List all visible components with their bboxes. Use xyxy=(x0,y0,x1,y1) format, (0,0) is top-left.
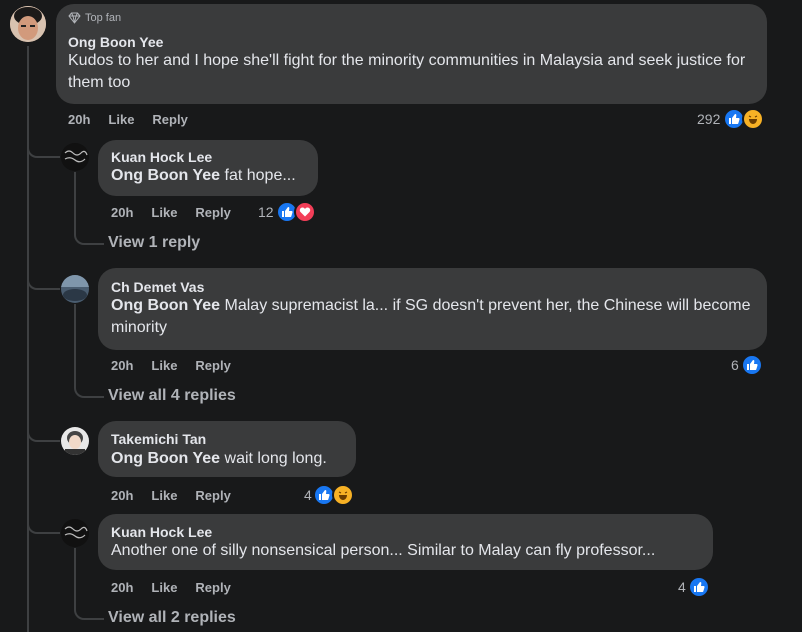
reply-body: fat hope... xyxy=(220,167,296,184)
timestamp[interactable]: 20h xyxy=(111,580,133,595)
reaction-count[interactable]: 4 xyxy=(304,487,312,503)
reply-actions: 20h Like Reply xyxy=(111,358,249,373)
avatar[interactable] xyxy=(61,275,89,303)
reply-text: Ong Boon Yee wait long long. xyxy=(111,448,351,470)
avatar[interactable] xyxy=(61,143,89,171)
like-button[interactable]: Like xyxy=(151,205,177,220)
reply-button[interactable]: Reply xyxy=(195,580,230,595)
reaction-count[interactable]: 12 xyxy=(258,204,274,220)
reply-body: wait long long. xyxy=(220,450,327,467)
comment-text: Kudos to her and I hope she'll fight for… xyxy=(68,52,746,91)
reply-thread-line xyxy=(74,172,76,232)
diamond-icon xyxy=(68,12,81,24)
view-replies-link[interactable]: View all 2 replies xyxy=(108,609,236,627)
love-reaction-icon xyxy=(294,201,316,223)
comment-actions: 20h Like Reply xyxy=(68,112,206,127)
mention-tag[interactable]: Ong Boon Yee xyxy=(111,297,220,314)
haha-reaction-icon xyxy=(742,108,764,130)
reply-author[interactable]: Kuan Hock Lee xyxy=(111,149,212,165)
haha-reaction-icon xyxy=(332,484,354,506)
mention-tag[interactable]: Ong Boon Yee xyxy=(111,450,220,467)
like-button[interactable]: Like xyxy=(151,358,177,373)
like-button[interactable]: Like xyxy=(151,488,177,503)
avatar[interactable] xyxy=(61,427,89,455)
reply-author[interactable]: Ch Demet Vas xyxy=(111,279,204,295)
reply-actions: 20h Like Reply xyxy=(111,580,249,595)
reaction-count[interactable]: 292 xyxy=(697,111,720,127)
reply-author[interactable]: Takemichi Tan xyxy=(111,431,206,447)
timestamp[interactable]: 20h xyxy=(68,112,90,127)
reply-button[interactable]: Reply xyxy=(195,205,230,220)
timestamp[interactable]: 20h xyxy=(111,358,133,373)
reaction-count[interactable]: 4 xyxy=(678,579,686,595)
mention-tag[interactable]: Ong Boon Yee xyxy=(111,167,220,184)
like-button[interactable]: Like xyxy=(108,112,134,127)
reply-actions: 20h Like Reply xyxy=(111,488,249,503)
reply-button[interactable]: Reply xyxy=(152,112,187,127)
reaction-count[interactable]: 6 xyxy=(731,357,739,373)
reply-button[interactable]: Reply xyxy=(195,488,230,503)
reply-author[interactable]: Kuan Hock Lee xyxy=(111,524,212,540)
thread-connector xyxy=(74,600,104,620)
badge-label: Top fan xyxy=(85,12,122,24)
reply-text: Ong Boon Yee fat hope... xyxy=(111,165,311,187)
timestamp[interactable]: 20h xyxy=(111,205,133,220)
thread-connector xyxy=(74,378,104,398)
reply-thread-line xyxy=(74,304,76,384)
timestamp[interactable]: 20h xyxy=(111,488,133,503)
avatar[interactable] xyxy=(10,6,46,42)
comment-author[interactable]: Ong Boon Yee xyxy=(68,34,163,50)
thread-connector xyxy=(27,414,60,442)
thread-connector xyxy=(27,262,60,290)
like-reaction-icon xyxy=(741,354,763,376)
like-reaction-icon xyxy=(688,576,710,598)
thread-connector xyxy=(74,225,104,245)
reply-text: Ong Boon Yee Malay supremacist la... if … xyxy=(111,295,756,339)
reply-thread-line xyxy=(74,548,76,608)
top-fan-badge: Top fan xyxy=(68,12,121,24)
reply-button[interactable]: Reply xyxy=(195,358,230,373)
like-button[interactable]: Like xyxy=(151,580,177,595)
avatar[interactable] xyxy=(61,519,89,547)
view-replies-link[interactable]: View 1 reply xyxy=(108,234,200,252)
thread-connector xyxy=(27,506,60,534)
reply-text: Another one of silly nonsensical person.… xyxy=(111,542,656,559)
view-replies-link[interactable]: View all 4 replies xyxy=(108,387,236,405)
thread-connector xyxy=(27,130,60,158)
reply-actions: 20h Like Reply xyxy=(111,205,249,220)
